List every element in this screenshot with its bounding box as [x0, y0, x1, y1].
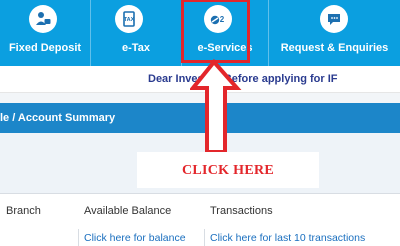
- table-header: Branch Available Balance Transactions: [0, 193, 400, 231]
- person-money-icon: [29, 5, 57, 33]
- transactions-link[interactable]: Click here for last 10 transactions: [210, 232, 365, 244]
- click-here-callout: CLICK HERE: [137, 152, 319, 188]
- nav-label: e-Tax: [122, 42, 150, 54]
- column-header-transactions: Transactions: [210, 205, 273, 217]
- nav-label: Fixed Deposit: [8, 42, 82, 54]
- nav-label: Request & Enquiries: [280, 42, 389, 54]
- column-header-branch: Branch: [6, 205, 41, 217]
- tax-document-icon: TAX: [115, 5, 143, 33]
- nav-item-fixed-deposit[interactable]: Fixed Deposit: [0, 0, 90, 66]
- up-arrow-icon: [190, 58, 242, 154]
- click-here-text: CLICK HERE: [181, 163, 275, 178]
- breadcrumb-text: le / Account Summary: [0, 112, 116, 124]
- nav-item-e-tax[interactable]: TAX e-Tax: [91, 0, 181, 66]
- svg-text:TAX: TAX: [124, 17, 135, 23]
- chat-bubble-icon: [320, 5, 348, 33]
- table-row: Click here for balance Click here for la…: [0, 229, 400, 246]
- balance-link[interactable]: Click here for balance: [84, 232, 186, 244]
- highlight-box: [181, 0, 250, 63]
- nav-item-request-enquiries[interactable]: Request & Enquiries: [269, 0, 400, 66]
- column-header-available-balance: Available Balance: [84, 205, 172, 217]
